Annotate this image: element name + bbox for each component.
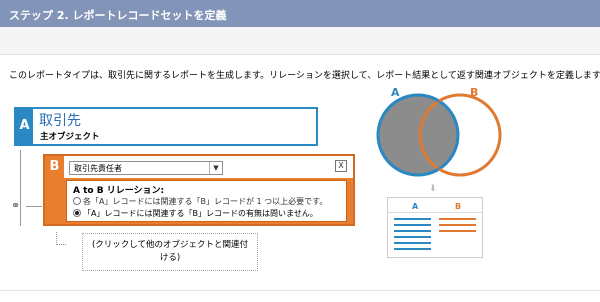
- result-table-illustration: A B: [387, 197, 483, 258]
- object-a-tag: A: [16, 109, 33, 144]
- tree-connector-horizontal: [26, 206, 42, 207]
- step-header: ステップ 2. レポートレコードセットを定義: [0, 0, 600, 27]
- chevron-down-icon[interactable]: ▼: [209, 162, 222, 174]
- venn-diagram: [376, 93, 502, 177]
- result-bar-a: [394, 224, 431, 226]
- result-bar-a: [394, 230, 431, 232]
- toolbar-strip: [0, 27, 600, 55]
- add-related-object-button[interactable]: (クリックして他のオブジェクトと関連付ける): [82, 233, 258, 271]
- relation-options-panel: A to B リレーション: 各「A」レコードには関連する「B」レコードが 1 …: [66, 180, 347, 222]
- relation-option-required-label[interactable]: 各「A」レコードには関連する「B」レコードが 1 つ以上必要です。: [83, 196, 327, 207]
- object-b-header: 取引先責任者 ▼ X: [64, 156, 353, 178]
- object-a-title: 取引先: [39, 113, 81, 129]
- result-bar-b: [439, 224, 476, 226]
- result-bar-a: [394, 242, 431, 244]
- relation-label: A to B リレーション:: [73, 186, 165, 196]
- footer-divider: [0, 290, 600, 291]
- result-divider: [388, 212, 482, 213]
- object-b-select[interactable]: 取引先責任者 ▼: [69, 161, 223, 175]
- description-text: このレポートタイプは、取引先に関するレポートを生成します。リレーションを選択して…: [9, 71, 600, 81]
- page: ステップ 2. レポートレコードセットを定義 このレポートタイプは、取引先に関す…: [0, 0, 600, 302]
- add-connector: [56, 232, 66, 245]
- result-header-b: B: [455, 202, 462, 211]
- result-header-a: A: [412, 202, 419, 211]
- down-arrow-icon: ⬇: [429, 184, 437, 194]
- object-b-box: B 取引先責任者 ▼ X A to B リレーション: 各「A」レコードには関連…: [43, 154, 355, 226]
- object-a-subtitle: 主オブジェクト: [40, 132, 100, 142]
- tree-connector-vertical: [20, 150, 21, 226]
- relation-radio-required[interactable]: [73, 197, 81, 205]
- step-title: ステップ 2. レポートレコードセットを定義: [9, 9, 227, 22]
- object-b-tag: B: [49, 159, 60, 174]
- remove-object-b-button[interactable]: X: [335, 160, 347, 172]
- link-icon: ⚭: [11, 199, 21, 212]
- result-bar-b: [439, 218, 476, 220]
- result-bar-b: [439, 230, 476, 232]
- result-bar-a: [394, 218, 431, 220]
- relation-option-optional-label[interactable]: 「A」レコードには関連する「B」レコードの有無は問いません。: [83, 208, 318, 219]
- object-b-select-value: 取引先責任者: [74, 164, 122, 173]
- result-bar-a: [394, 248, 431, 250]
- relation-radio-optional[interactable]: [73, 209, 81, 217]
- result-bar-a: [394, 236, 431, 238]
- object-a-box: A 取引先 主オブジェクト: [14, 107, 318, 146]
